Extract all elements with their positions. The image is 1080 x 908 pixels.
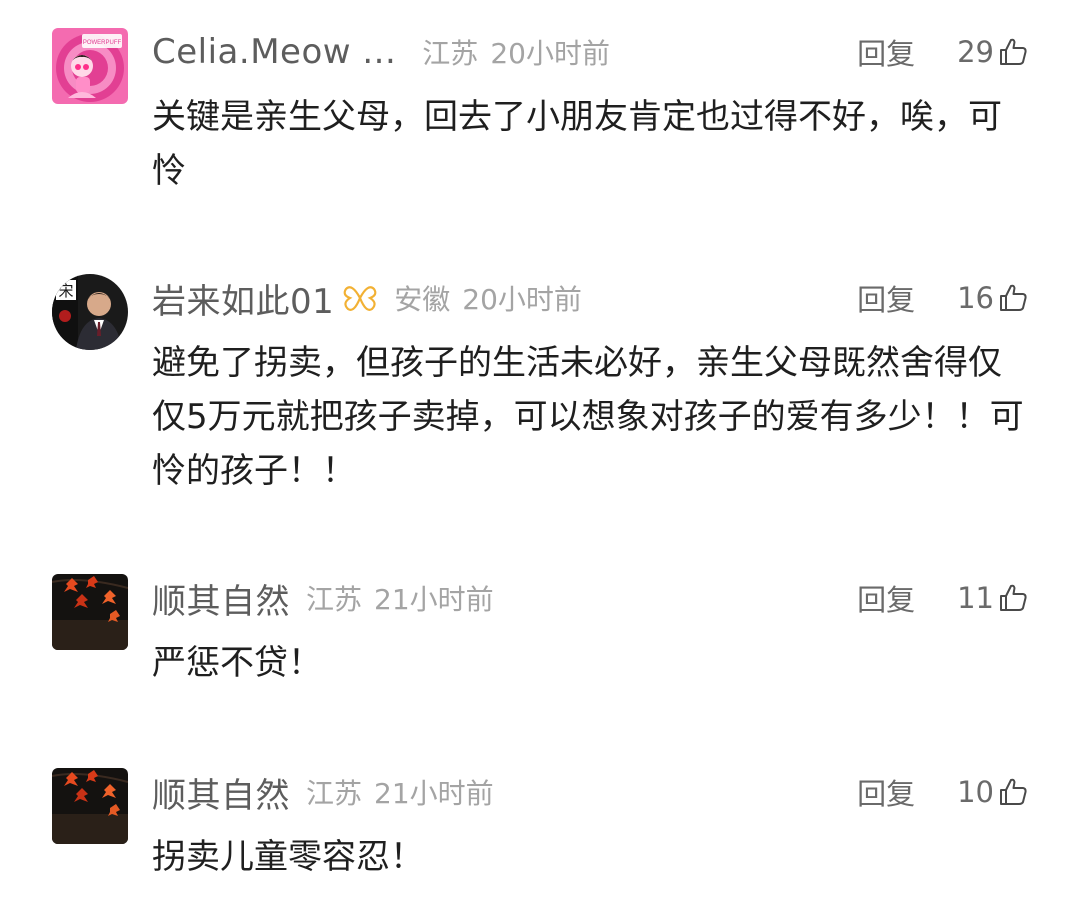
autumn-leaves-avatar-icon: [52, 768, 128, 844]
comment-item: 顺其自然 江苏 21小时前 回复 11 严惩不贷！: [0, 574, 1080, 684]
comment-meta: Celia.Meow ... 江苏 20小时前: [152, 28, 610, 76]
timestamp: 20小时前: [490, 37, 610, 70]
like-count: 29: [957, 35, 994, 69]
comment-text: 关键是亲生父母，回去了小朋友肯定也过得不好，唉，可怜: [152, 97, 1002, 191]
avatar[interactable]: POWERPUFF: [52, 28, 128, 104]
autumn-leaves-avatar-icon: [52, 574, 128, 650]
comment-actions: 回复 11: [857, 574, 1028, 622]
reply-button[interactable]: 回复: [857, 31, 915, 73]
comment-meta: 岩来如此01 安徽 20小时前: [152, 274, 582, 322]
like-count: 10: [957, 775, 994, 809]
timestamp: 21小时前: [374, 777, 494, 810]
comment-text: 拐卖儿童零容忍！: [152, 837, 424, 877]
thumbs-up-icon[interactable]: [998, 283, 1028, 313]
thumbs-up-icon[interactable]: [998, 777, 1028, 807]
username[interactable]: Celia.Meow ...: [152, 32, 396, 72]
comment-item: POWERPUFF Celia.Meow ... 江苏 20小时前 回复 29 …: [0, 28, 1080, 198]
like-count: 16: [957, 281, 994, 315]
username[interactable]: 岩来如此01: [152, 274, 334, 323]
comment-item: 顺其自然 江苏 21小时前 回复 10 拐卖儿童零容忍！: [0, 768, 1080, 878]
avatar-logo-text: 宋: [58, 282, 73, 300]
comment-text: 严惩不贷！: [152, 643, 322, 683]
comment-meta: 顺其自然 江苏 21小时前: [152, 574, 494, 622]
reply-button[interactable]: 回复: [857, 277, 915, 319]
location-label: 江苏: [306, 583, 363, 616]
reply-button[interactable]: 回复: [857, 771, 915, 813]
thumbs-up-icon[interactable]: [998, 37, 1028, 67]
reply-button[interactable]: 回复: [857, 577, 915, 619]
location-label: 江苏: [306, 777, 363, 810]
comment-actions: 回复 29: [857, 28, 1028, 76]
like-count: 11: [957, 581, 994, 615]
comment-actions: 回复 10: [857, 768, 1028, 816]
comment-item: 宋 岩来如此01 安徽 20小时前 回复 16 避免了拐卖，但孩子的生活未必好，…: [0, 274, 1080, 504]
comment-actions: 回复 16: [857, 274, 1028, 322]
avatar[interactable]: [52, 574, 128, 650]
location-label: 安徽: [394, 283, 451, 316]
location-label: 江苏: [422, 37, 479, 70]
cartoon-pink-avatar-icon: POWERPUFF: [52, 28, 128, 104]
timestamp: 20小时前: [462, 283, 582, 316]
comment-text: 避免了拐卖，但孩子的生活未必好，亲生父母既然舍得仅仅5万元就把孩子卖掉，可以想象…: [152, 343, 1024, 491]
butterfly-badge-icon: [342, 283, 378, 313]
comment-meta: 顺其自然 江苏 21小时前: [152, 768, 494, 816]
thumbs-up-icon[interactable]: [998, 583, 1028, 613]
username[interactable]: 顺其自然: [152, 768, 290, 817]
username[interactable]: 顺其自然: [152, 574, 290, 623]
avatar[interactable]: 宋: [52, 274, 128, 350]
man-portrait-avatar-icon: 宋: [52, 274, 128, 350]
avatar-logo-text: POWERPUFF: [83, 40, 122, 46]
avatar[interactable]: [52, 768, 128, 844]
timestamp: 21小时前: [374, 583, 494, 616]
